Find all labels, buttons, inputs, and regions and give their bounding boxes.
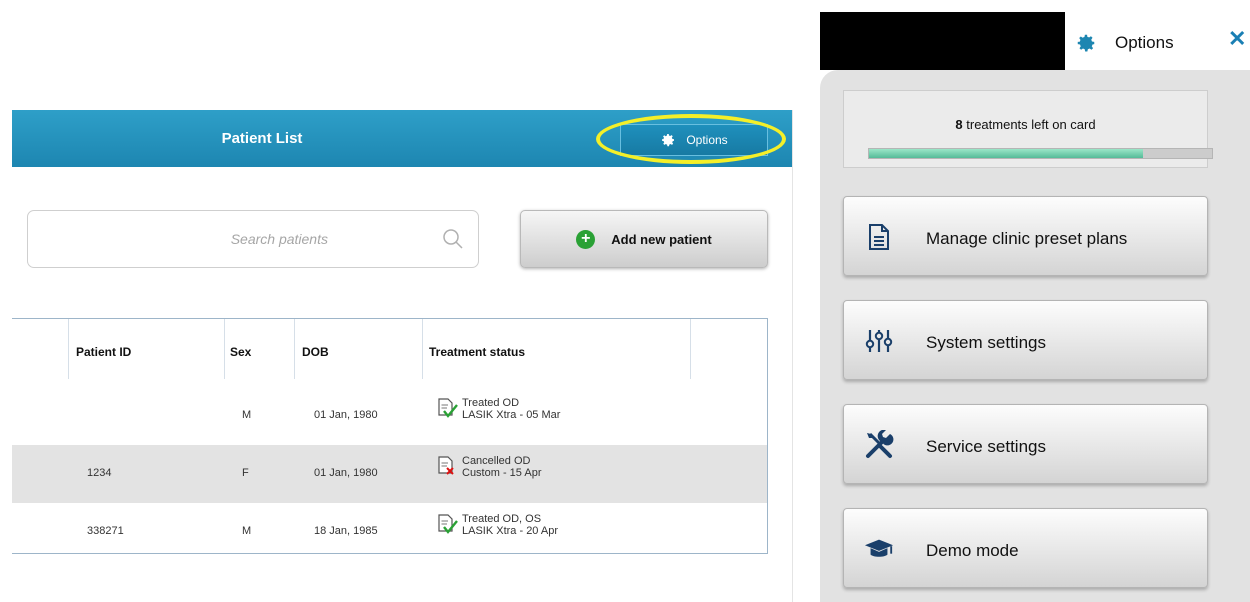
- patient-list-header: Patient List Options: [12, 110, 792, 167]
- column-header-treatment-status[interactable]: Treatment status: [429, 345, 525, 359]
- column-divider: [68, 319, 69, 379]
- column-divider: [224, 319, 225, 379]
- page-title: Patient List: [221, 130, 303, 147]
- status-line-2: Custom - 15 Apr: [462, 467, 542, 479]
- treatment-status-cell: Cancelled OD Custom - 15 Apr: [436, 455, 541, 479]
- treatment-status-cell: Treated OD LASIK Xtra - 05 Mar: [436, 397, 560, 421]
- table-row[interactable]: M 01 Jan, 1980 Treated OD LASIK Xtra - 0…: [12, 387, 767, 445]
- column-divider: [294, 319, 295, 379]
- search-icon[interactable]: [441, 227, 465, 251]
- sex-cell: M: [242, 409, 252, 421]
- menu-label: Demo mode: [926, 541, 1019, 560]
- menu-label: Manage clinic preset plans: [926, 229, 1128, 248]
- cancel-icon: [438, 456, 454, 475]
- check-icon: [438, 514, 458, 534]
- table-row[interactable]: 1234 F 01 Jan, 1980 Cancelled OD Custom …: [12, 445, 767, 503]
- options-drawer: 8 treatments left on card Manage clinic …: [820, 70, 1250, 602]
- patient-table: Patient ID Sex DOB Treatment status M 01…: [12, 318, 768, 554]
- dob-cell: 01 Jan, 1980: [314, 409, 378, 421]
- table-row[interactable]: 338271 M 18 Jan, 1985 Treated OD, OS LAS…: [12, 503, 767, 561]
- options-panel-header: Options ✕: [1065, 12, 1250, 70]
- treatments-left-label: treatments left on card: [962, 117, 1096, 132]
- manage-clinic-preset-plans-button[interactable]: Manage clinic preset plans: [843, 196, 1208, 276]
- treatments-left-count: 8: [955, 117, 963, 132]
- gear-icon: [1077, 34, 1095, 52]
- close-icon[interactable]: ✕: [1228, 26, 1246, 52]
- options-panel-title: Options: [1115, 33, 1174, 52]
- system-settings-button[interactable]: System settings: [843, 300, 1208, 380]
- add-new-patient-label: Add new patient: [611, 231, 712, 247]
- treatments-left-text: 8 treatments left on card: [844, 117, 1207, 132]
- patient-id-cell: 338271: [87, 525, 124, 537]
- column-header-sex[interactable]: Sex: [230, 345, 251, 359]
- graduation-cap-icon: [864, 534, 894, 564]
- status-line-2: LASIK Xtra - 20 Apr: [462, 525, 558, 537]
- treatment-card-info: 8 treatments left on card: [843, 90, 1213, 168]
- service-settings-button[interactable]: Service settings: [843, 404, 1208, 484]
- patient-list-panel: Patient List Options Search patients + A…: [12, 110, 793, 602]
- sex-cell: M: [242, 525, 252, 537]
- dob-cell: 01 Jan, 1980: [314, 467, 378, 479]
- menu-label: Service settings: [926, 437, 1046, 456]
- plus-icon: +: [576, 229, 596, 249]
- column-divider: [690, 319, 691, 379]
- status-line-2: LASIK Xtra - 05 Mar: [462, 409, 561, 421]
- status-line-1: Treated OD, OS: [462, 513, 542, 525]
- column-header-patient-id[interactable]: Patient ID: [76, 345, 131, 359]
- progress-fill: [869, 149, 1144, 158]
- sex-cell: F: [242, 467, 249, 479]
- search-input[interactable]: Search patients: [27, 210, 479, 268]
- document-icon: [864, 222, 894, 252]
- column-divider: [422, 319, 423, 379]
- treatment-status-cell: Treated OD, OS LASIK Xtra - 20 Apr: [436, 513, 558, 537]
- status-line-1: Treated OD: [462, 397, 520, 409]
- status-line-1: Cancelled OD: [462, 455, 531, 467]
- background-dark-area: [820, 12, 1065, 70]
- tools-icon: [864, 430, 894, 460]
- menu-label: System settings: [926, 333, 1046, 352]
- add-new-patient-button[interactable]: + Add new patient: [520, 210, 768, 268]
- sliders-icon: [864, 326, 894, 356]
- patient-id-cell: 1234: [87, 467, 112, 479]
- dob-cell: 18 Jan, 1985: [314, 525, 378, 537]
- options-highlight-ellipse: [596, 114, 786, 164]
- check-icon: [438, 398, 458, 418]
- demo-mode-button[interactable]: Demo mode: [843, 508, 1208, 588]
- column-header-dob[interactable]: DOB: [302, 345, 329, 359]
- treatments-progress-bar: [868, 148, 1213, 159]
- search-placeholder: Search patients: [230, 231, 328, 247]
